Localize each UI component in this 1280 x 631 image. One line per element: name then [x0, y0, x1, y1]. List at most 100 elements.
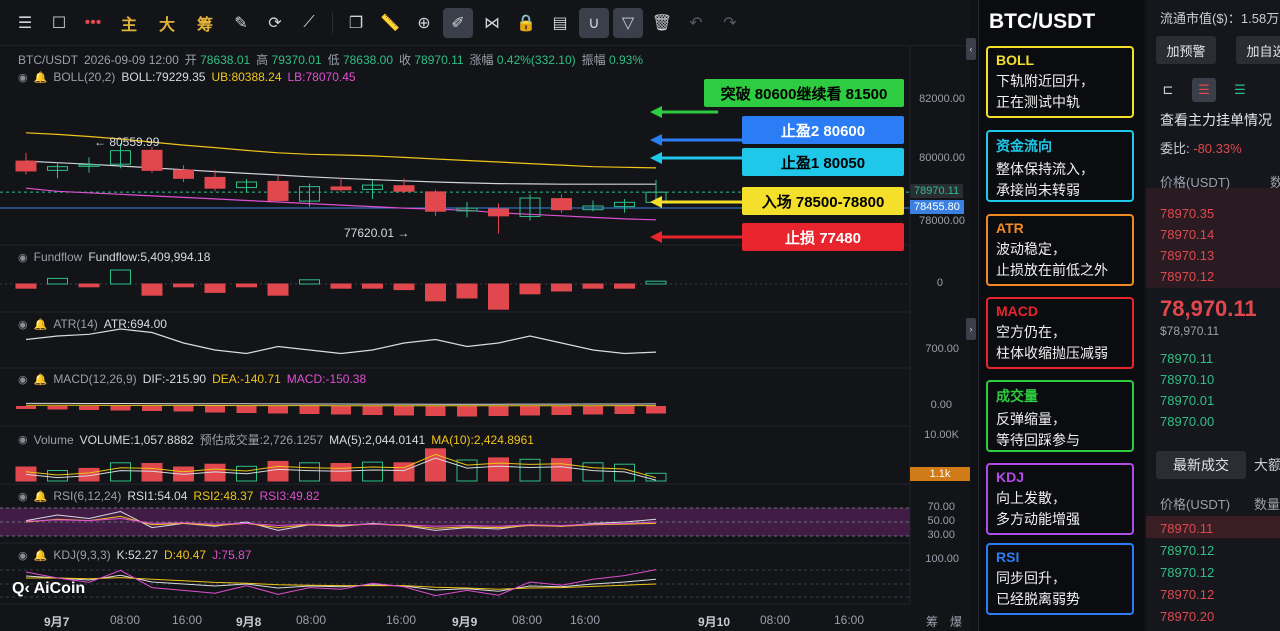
y-tick: 100.00: [925, 553, 959, 565]
alert-bell-icon[interactable]: 🔔: [34, 71, 48, 84]
analysis-card: KDJ 向上发散， 多方动能增强: [986, 463, 1134, 535]
annotation-tp1[interactable]: 止盈1 80050: [742, 148, 904, 176]
kdj-j-value: J:75.87: [212, 548, 252, 562]
draw-line-icon[interactable]: ⟋: [294, 8, 324, 38]
eye-icon[interactable]: ◉: [18, 549, 28, 562]
ask-row[interactable]: 78970.35: [1160, 206, 1214, 221]
card-title: 成交量: [996, 388, 1038, 404]
more-dots-icon[interactable]: •••: [78, 8, 108, 38]
eye-icon[interactable]: ◉: [18, 433, 28, 446]
add-alert-button[interactable]: 加预警: [1156, 36, 1216, 64]
large-trades-tab[interactable]: 大额: [1254, 455, 1280, 475]
last-price: 78,970.11: [1160, 296, 1257, 321]
volume-legend[interactable]: ◉ Volume VOLUME:1,057.8882 预估成交量:2,726.1…: [18, 431, 534, 448]
template-icon[interactable]: ▤: [545, 8, 575, 38]
latest-trades-tab[interactable]: 最新成交: [1156, 451, 1246, 479]
annotation-tp2[interactable]: 止盈2 80600: [742, 116, 904, 144]
macd-histogram-bar: [551, 406, 572, 415]
zoom-icon[interactable]: ⊕: [409, 8, 439, 38]
annotation-stoploss[interactable]: 止损 77480: [742, 223, 904, 251]
eye-icon[interactable]: ◉: [18, 373, 28, 386]
burst-toggle[interactable]: 爆: [950, 613, 962, 630]
annotation-entry[interactable]: 入场 78500-78800: [742, 187, 904, 215]
macd-histogram-bar: [583, 406, 603, 415]
filter-icon[interactable]: ▽: [613, 7, 643, 38]
macd-histogram-bar: [646, 406, 666, 414]
chart-area[interactable]: ☰ ☐ ••• 主 大 筹 ✎ ⟳ ⟋ ❐ 📏 ⊕ ✐ ⋈ 🔒 ▤ ∪ ▽ 🗑 …: [0, 0, 976, 631]
alert-bell-icon[interactable]: 🔔: [34, 490, 48, 503]
fundflow-bar-down: [362, 283, 383, 289]
check-main-orders-link[interactable]: 查看主力挂单情况: [1160, 110, 1272, 130]
menu-icon[interactable]: ☰: [10, 8, 40, 38]
big-order-button[interactable]: 大: [150, 8, 184, 38]
annotation-arrow-head: [650, 106, 662, 118]
atr-legend[interactable]: ◉ 🔔 ATR(14) ATR:694.00: [18, 317, 167, 331]
bid-row[interactable]: 78970.01: [1160, 393, 1214, 408]
chip-distribution-button[interactable]: 筹: [188, 8, 222, 38]
trade-row: 78970.12: [1160, 587, 1215, 602]
close-value: 78970.11: [414, 53, 464, 67]
pattern-icon[interactable]: ⋈: [477, 8, 507, 38]
pen-icon[interactable]: ✐: [443, 7, 473, 38]
last-price-usd: $78,970.11: [1160, 324, 1220, 338]
alert-bell-icon[interactable]: 🔔: [34, 318, 48, 331]
fundflow-bar-up: [645, 280, 667, 285]
macd-histogram-bar: [520, 406, 540, 416]
ask-row[interactable]: 78970.13: [1160, 248, 1214, 263]
y-tick: 82000.00: [919, 93, 965, 105]
chip-toggle[interactable]: 筹: [926, 613, 938, 630]
x-tick: 16:00: [834, 613, 865, 627]
layout-square-icon[interactable]: ☐: [44, 8, 74, 38]
expand-right-icon[interactable]: ›: [966, 318, 976, 340]
trash-icon[interactable]: 🗑: [647, 8, 677, 38]
annotation-text: 止盈1 80050: [780, 154, 866, 172]
book-both-icon[interactable]: ⊏: [1156, 78, 1180, 102]
x-tick: 9月9: [452, 615, 478, 629]
bid-row[interactable]: 78970.11: [1160, 351, 1213, 366]
bid-row[interactable]: 78970.10: [1160, 372, 1214, 387]
book-bids-icon[interactable]: ☰: [1228, 78, 1252, 102]
macd-histogram-bar: [394, 406, 414, 416]
undo-icon[interactable]: ↶: [681, 8, 711, 38]
ask-row[interactable]: 78970.12: [1160, 269, 1214, 284]
book-split-icon[interactable]: ☰: [1192, 78, 1216, 102]
annotation-breakout[interactable]: 突破 80600继续看 81500: [704, 79, 904, 107]
boll-legend[interactable]: ◉ 🔔 BOLL(20,2) BOLL:79229.35 UB:80388.24…: [18, 70, 356, 84]
edit-chart-icon[interactable]: ✎: [226, 8, 256, 38]
rsi2-value: RSI2:48.37: [193, 489, 254, 503]
card-description: 反弹缩量， 等待回踩参与: [996, 411, 1080, 448]
alert-bell-icon[interactable]: 🔔: [34, 373, 48, 386]
collapse-left-icon[interactable]: ‹: [966, 38, 976, 60]
macd-legend[interactable]: ◉ 🔔 MACD(12,26,9) DIF:-215.90 DEA:-140.7…: [18, 372, 366, 386]
refresh-icon[interactable]: ⟳: [260, 8, 290, 38]
lock-icon[interactable]: 🔒: [511, 8, 541, 38]
magnet-icon[interactable]: ∪: [579, 7, 609, 38]
eye-icon[interactable]: ◉: [18, 251, 28, 264]
open-label: 开: [184, 53, 197, 67]
amplitude-value: 0.93%: [609, 53, 644, 67]
eye-icon[interactable]: ◉: [18, 71, 28, 84]
y-tick: 70.00: [927, 501, 955, 513]
add-watchlist-button[interactable]: 加自选: [1236, 36, 1280, 64]
analysis-card: 成交量反弹缩量， 等待回踩参与: [986, 380, 1134, 452]
panel-title: BTC/USDT: [989, 10, 1096, 33]
kdj-legend[interactable]: ◉ 🔔 KDJ(9,3,3) K:52.27 D:40.47 J:75.87: [18, 548, 251, 562]
main-indicator-button[interactable]: 主: [112, 8, 146, 38]
ask-row[interactable]: 78970.14: [1160, 227, 1214, 242]
ruler-icon[interactable]: 📏: [375, 8, 405, 38]
copy-icon[interactable]: ❐: [341, 8, 371, 38]
bid-row[interactable]: 78970.00: [1160, 414, 1214, 429]
fundflow-legend[interactable]: ◉ Fundflow Fundflow:5,409,994.18: [18, 250, 210, 264]
eye-icon[interactable]: ◉: [18, 490, 28, 503]
card-description: 向上发散， 多方动能增强: [996, 490, 1080, 527]
alert-bell-icon[interactable]: 🔔: [34, 549, 48, 562]
trade-row: 78970.20: [1160, 609, 1215, 624]
fundflow-bar-down: [614, 283, 635, 289]
eye-icon[interactable]: ◉: [18, 318, 28, 331]
drawing-toolbar: ☰ ☐ ••• 主 大 筹 ✎ ⟳ ⟋ ❐ 📏 ⊕ ✐ ⋈ 🔒 ▤ ∪ ▽ 🗑 …: [0, 0, 970, 46]
atr-name: ATR(14): [53, 317, 98, 331]
rsi-legend[interactable]: ◉ 🔔 RSI(6,12,24) RSI1:54.04 RSI2:48.37 R…: [18, 489, 320, 503]
card-description: 波动稳定， 止损放在前低之外: [996, 241, 1108, 278]
card-title: BOLL: [996, 52, 1035, 68]
redo-icon[interactable]: ↷: [715, 8, 745, 38]
